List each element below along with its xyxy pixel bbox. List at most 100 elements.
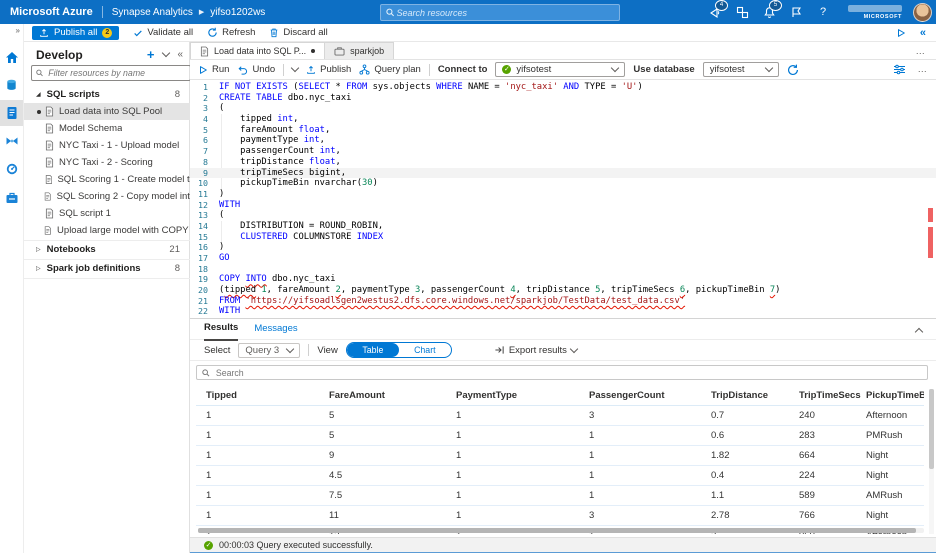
- nav-integrate[interactable]: [0, 128, 23, 154]
- code-line[interactable]: 17 GO: [190, 253, 936, 264]
- sidebar-item[interactable]: SQL Scoring 1 - Create model table: [24, 171, 190, 188]
- global-search-input[interactable]: [394, 6, 614, 19]
- view-chart-toggle[interactable]: Chart: [399, 343, 451, 357]
- column-header[interactable]: Tipped: [196, 387, 319, 405]
- section-sql-scripts[interactable]: ◢ SQL scripts 8: [24, 86, 190, 103]
- toolbar-more-icon[interactable]: …: [918, 64, 929, 75]
- sidebar-item[interactable]: Model Schema: [24, 120, 190, 137]
- add-resource-button[interactable]: +: [147, 47, 155, 62]
- results-search-box[interactable]: [196, 365, 928, 380]
- sidebar-item[interactable]: NYC Taxi - 1 - Upload model: [24, 137, 190, 154]
- code-line[interactable]: 13(: [190, 210, 936, 221]
- feedback-icon[interactable]: [788, 4, 804, 20]
- nav-develop[interactable]: [0, 100, 23, 126]
- expand-rail-icon[interactable]: »: [16, 26, 20, 35]
- play-icon[interactable]: [896, 28, 906, 38]
- collapse-sidebar-icon[interactable]: «: [177, 49, 183, 60]
- code-line[interactable]: 5 fareAmount float,: [190, 125, 936, 136]
- code-line[interactable]: 1 IF NOT EXISTS (SELECT * FROM sys.object…: [190, 82, 936, 93]
- refresh-button[interactable]: Refresh: [207, 27, 255, 38]
- results-search-input[interactable]: [213, 366, 922, 379]
- sidebar-item[interactable]: Upload large model with COPY INTO: [24, 222, 190, 239]
- refresh-database-icon[interactable]: [787, 64, 799, 76]
- undo-button[interactable]: Undo: [237, 64, 275, 75]
- sidebar-item[interactable]: Load data into SQL Pool: [24, 103, 190, 120]
- tab-load-data-into-sql-pool[interactable]: Load data into SQL P...: [190, 42, 326, 59]
- run-button[interactable]: Run: [198, 64, 229, 75]
- sidebar-item[interactable]: SQL script 1: [24, 205, 190, 222]
- query-select-dropdown[interactable]: Query 3: [238, 342, 301, 358]
- publish-all-button[interactable]: Publish all 2: [32, 25, 120, 40]
- settings-sliders-icon[interactable]: [893, 64, 906, 75]
- code-line[interactable]: 3(: [190, 103, 936, 114]
- table-row[interactable]: 1 5 1 1 0.6 283 PMRush: [196, 426, 924, 446]
- sidebar-item[interactable]: SQL Scoring 2 - Copy model into mo...: [24, 188, 190, 205]
- nav-home[interactable]: [0, 44, 23, 70]
- column-header[interactable]: TripTimeSecs: [789, 387, 861, 405]
- view-table-toggle[interactable]: Table: [346, 343, 399, 357]
- column-header[interactable]: PickupTimeBin: [856, 387, 924, 405]
- bell-icon[interactable]: 5: [761, 0, 782, 20]
- account-info[interactable]: MICROSOFT: [848, 4, 902, 20]
- azure-brand[interactable]: Microsoft Azure: [10, 6, 93, 18]
- breadcrumb-workspace[interactable]: yifso1202ws: [210, 7, 265, 18]
- code-line[interactable]: 15 CLUSTERED COLUMNSTORE INDEX: [190, 232, 936, 243]
- filter-resources-input[interactable]: [46, 67, 186, 79]
- code-line[interactable]: 7 passengerCount int,: [190, 146, 936, 157]
- collapse-results-icon[interactable]: [914, 326, 924, 338]
- use-database-dropdown[interactable]: yifsotest: [702, 62, 779, 77]
- code-line[interactable]: 11): [190, 189, 936, 200]
- sql-code-editor[interactable]: 1 IF NOT EXISTS (SELECT * FROM sys.object…: [190, 80, 936, 318]
- tab-results[interactable]: Results: [204, 318, 239, 341]
- nav-manage[interactable]: [0, 184, 23, 210]
- code-line[interactable]: 10 pickupTimeBin nvarchar(30): [190, 178, 936, 189]
- breadcrumb-product[interactable]: Synapse Analytics: [112, 7, 193, 18]
- code-line[interactable]: 18: [190, 264, 936, 275]
- publish-button[interactable]: Publish: [306, 64, 351, 75]
- vertical-scrollbar[interactable]: [929, 389, 934, 534]
- avatar[interactable]: [913, 2, 932, 22]
- sidebar-item[interactable]: NYC Taxi - 2 - Scoring: [24, 154, 190, 171]
- filter-resources-box[interactable]: [31, 65, 191, 81]
- discard-all-button[interactable]: Discard all: [269, 27, 328, 38]
- nav-data[interactable]: [0, 72, 23, 98]
- table-row[interactable]: 1 11 1 3 2.78 766 Night: [196, 506, 924, 526]
- code-line[interactable]: 2 CREATE TABLE dbo.nyc_taxi: [190, 93, 936, 104]
- code-line[interactable]: 9 tripTimeSecs bigint,: [190, 167, 936, 179]
- column-header[interactable]: PassengerCount: [579, 387, 701, 405]
- table-row[interactable]: 1 4.5 1 1 0.4 224 Night: [196, 466, 924, 486]
- validate-all-button[interactable]: Validate all: [133, 27, 193, 38]
- table-row[interactable]: 1 5 1 3 0.7 240 Afternoon: [196, 406, 924, 426]
- whats-new-icon[interactable]: 4: [707, 0, 728, 20]
- tab-sparkjob[interactable]: sparkjob: [325, 42, 395, 59]
- column-header[interactable]: PaymentType: [446, 387, 579, 405]
- code-line[interactable]: 12 WITH: [190, 200, 936, 211]
- code-line[interactable]: 21 FROM 'https://yifsoadlsgen2westus2.dfs…: [190, 296, 936, 307]
- collapse-panel-icon[interactable]: «: [920, 27, 926, 39]
- connect-to-dropdown[interactable]: ✓ yifsotest: [495, 62, 626, 77]
- help-icon[interactable]: ?: [815, 4, 831, 20]
- column-header[interactable]: FareAmount: [319, 387, 446, 405]
- section-spark-job-definitions[interactable]: ▷ Spark job definitions 8: [24, 260, 190, 277]
- column-header[interactable]: TripDistance: [701, 387, 789, 405]
- code-line[interactable]: 22 WITH: [190, 306, 936, 317]
- table-row[interactable]: 1 7.5 1 1 1.1 589 AMRush: [196, 486, 924, 506]
- tab-more-icon[interactable]: …: [916, 46, 927, 57]
- code-line[interactable]: 20(tipped 1, fareAmount 2, paymentType 3…: [190, 285, 936, 296]
- section-notebooks[interactable]: ▷ Notebooks 21: [24, 241, 190, 258]
- code-line[interactable]: 14 DISTRIBUTION = ROUND_ROBIN,: [190, 221, 936, 232]
- deployment-icon[interactable]: [734, 4, 750, 20]
- collapse-all-icon[interactable]: [162, 48, 171, 58]
- undo-dropdown-icon[interactable]: [290, 63, 300, 73]
- nav-monitor[interactable]: [0, 156, 23, 182]
- query-plan-button[interactable]: Query plan: [359, 64, 421, 75]
- code-line[interactable]: 8 tripDistance float,: [190, 157, 936, 168]
- code-line[interactable]: 6 paymentType int,: [190, 135, 936, 146]
- code-line[interactable]: 16): [190, 242, 936, 253]
- export-results-button[interactable]: Export results: [494, 344, 579, 356]
- global-search-box[interactable]: [380, 4, 620, 21]
- horizontal-scrollbar[interactable]: [198, 528, 924, 533]
- table-row[interactable]: 1 9 1 1 1.82 664 Night: [196, 446, 924, 466]
- code-line[interactable]: 19 COPY INTO dbo.nyc_taxi: [190, 274, 936, 285]
- tab-messages[interactable]: Messages: [254, 319, 297, 340]
